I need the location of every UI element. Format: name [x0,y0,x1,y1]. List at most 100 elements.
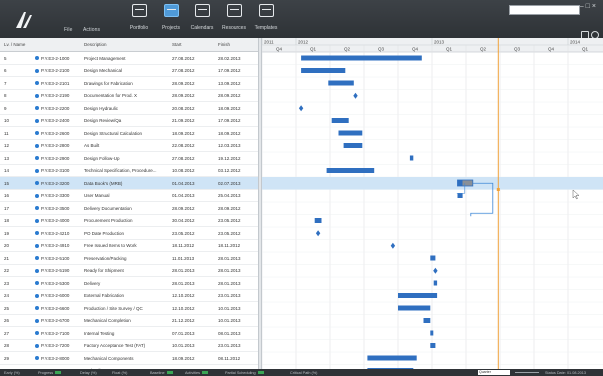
task-status-icon [35,56,39,60]
table-row[interactable]: 6 P.Y.E3-2-2100 Design Mechanical 27.08.201… [0,65,258,77]
table-row[interactable]: 29 P.Y.E3-2-8000 Mechanical Components 18.0… [0,352,258,365]
task-status-icon [35,143,39,148]
task-finish: 28.01.2013 [218,255,241,261]
table-row[interactable]: 22 P.Y.E3-2-5190 Ready for Shipment 28.01.2… [0,265,258,277]
task-status-icon [35,181,39,185]
tool-templates[interactable]: Templates [242,4,290,38]
table-row[interactable]: 26 P.Y.E3-2-6700 Mechanical Completion 21.1… [0,315,258,327]
tool-label: Templates [254,25,278,31]
table-row[interactable]: 15 P.Y.E3-2-3200 Data Book's (MRB) 01.04.20… [0,177,258,190]
gantt-bar[interactable] [398,293,438,298]
task-code: P.Y.E3-2-3200 [41,180,70,186]
table-row[interactable]: 5 P.Y.E3-2-1000 Project Management 27.08.20… [0,52,258,65]
legend-delay: Delay (%) [80,370,97,375]
row-number: 11 [4,130,9,136]
table-row[interactable]: 19 P.Y.E3-2-4210 PO Date Production 23.05.2… [0,227,258,240]
table-row[interactable]: 10 P.Y.E3-2-2400 Design Review/Qa 21.09.201… [0,115,258,127]
task-description: Design Structural Calculation [84,130,143,136]
year-label: 2012 [298,40,309,45]
table-row[interactable]: 24 P.Y.E3-2-6000 External Fabrication 12.10… [0,290,258,302]
portfolio-icon [131,4,147,17]
task-description: Delivery [84,280,101,286]
task-status-icon [35,356,39,360]
gantt-bar[interactable] [314,218,322,223]
file-menu[interactable]: File [64,27,72,33]
table-row[interactable]: 11 P.Y.E3-2-2600 Design Structural Calcula… [0,127,258,140]
task-code: P.Y.E3-2-3100 [41,168,70,173]
gantt-milestone[interactable] [390,242,396,249]
gantt-bar[interactable] [430,343,436,348]
table-row[interactable]: 17 P.Y.E3-2-3500 Delivery Documentation 28.… [0,202,258,215]
close-icon[interactable]: × [592,3,598,10]
gantt-milestone[interactable] [315,230,321,237]
zoom-slider[interactable] [515,372,539,373]
task-start: 01.04.2013 [172,180,195,186]
row-number: 23 [4,280,10,286]
table-row[interactable]: 16 P.Y.E3-2-3300 User Manual 01.04.2013 25.0… [0,190,258,202]
row-number: 29 [4,355,10,361]
table-row[interactable]: 14 P.Y.E3-2-3100 Technical Specification, … [0,165,258,177]
row-number: 21 [4,255,10,261]
gantt-bar[interactable] [398,305,431,311]
row-number: 14 [4,168,10,173]
table-row[interactable]: 23 P.Y.E3-2-5300 Delivery 28.01.2013 28.01.2… [0,277,258,290]
col-header-finish[interactable]: Finish [218,42,230,47]
table-row[interactable]: 27 P.Y.E3-2-7100 Internal Testing 07.01.201… [0,327,258,340]
gantt-bar[interactable] [409,155,414,161]
task-code: P.Y.E3-2-2400 [41,118,70,123]
table-row[interactable]: 25 P.Y.E3-2-6600 Production / Site Survey … [0,302,258,315]
actions-menu[interactable]: Actions [83,27,100,33]
task-finish: 03.12.2012 [218,168,241,173]
col-header-name[interactable]: Lv. / Name [4,42,25,47]
gantt-bar[interactable] [338,130,363,136]
task-status-icon [35,106,39,110]
table-row[interactable]: 20 P.Y.E3-2-4910 Free Issued Items to Work… [0,240,258,252]
table-row[interactable]: 28 P.Y.E3-2-7200 Factory Acceptance Test (… [0,340,258,352]
gantt-bar[interactable] [433,280,438,286]
gantt-bar[interactable] [331,118,349,123]
gantt-bar[interactable] [423,318,431,323]
task-start: 18.09.2012 [172,130,195,136]
gantt-bar[interactable] [367,355,417,361]
table-row[interactable]: 13 P.Y.E3-2-2900 Design Follow-Up 27.08.201… [0,152,258,165]
grid-header: Lv. / Name Description Start Finish [0,38,258,52]
table-row[interactable]: 9 P.Y.E3-2-2200 Design Hydraulic 20.08.2012… [0,102,258,115]
quarter-label: Q1 [446,47,453,52]
search-input[interactable] [509,5,580,15]
gantt-bar[interactable] [328,80,354,86]
task-code: P.Y.E3-2-5190 [41,268,70,273]
col-header-start[interactable]: Start [172,42,182,47]
task-grid: Lv. / Name Description Start Finish 5 P.Y… [0,38,258,369]
quarter-label: Q3 [514,47,521,52]
gantt-bar[interactable] [301,55,422,61]
status-date: Status Date: 01.08.2013 [545,370,586,375]
task-start: 11.01.2013 [172,255,195,261]
task-description: External Fabrication [84,293,125,298]
col-header-description[interactable]: Description [84,42,107,47]
gantt-milestone[interactable] [353,92,358,99]
table-row[interactable]: 8 P.Y.E3-2-2190 Documentation for Prod. X 2… [0,90,258,102]
gantt-bar[interactable] [430,330,434,336]
task-start: 21.12.2012 [172,318,195,323]
task-description: Technical Specification, Procedure... [84,168,157,173]
timescale-select[interactable]: Quarter [478,370,510,375]
task-status-icon [35,268,39,273]
table-row[interactable]: 18 P.Y.E3-2-4000 Procurement Production 30.… [0,215,258,227]
gantt-bar[interactable] [430,255,436,261]
gantt-bar[interactable] [301,68,346,73]
gantt-milestone[interactable] [298,105,304,112]
gantt-bar[interactable] [326,168,375,173]
quarter-label: Q3 [378,47,385,52]
table-row[interactable]: 7 P.Y.E3-2-2101 Drawings for Fabrication 28… [0,77,258,90]
table-row[interactable]: 12 P.Y.E3-2-2800 As Built 22.08.2012 12.03.2… [0,140,258,152]
task-code: P.Y.E3-2-2600 [41,130,70,136]
gantt-bar[interactable] [457,193,463,198]
year-label: 2014 [570,40,581,45]
task-finish: 18.09.2012 [218,105,241,111]
gantt-milestone[interactable] [433,267,438,274]
gantt-bar[interactable] [343,143,363,148]
task-status-icon [35,281,39,285]
table-row[interactable]: 21 P.Y.E3-2-5100 Preservation/Packing 11.01… [0,252,258,265]
status-date-marker [496,188,500,191]
task-code: P.Y.E3-2-6700 [41,318,70,323]
